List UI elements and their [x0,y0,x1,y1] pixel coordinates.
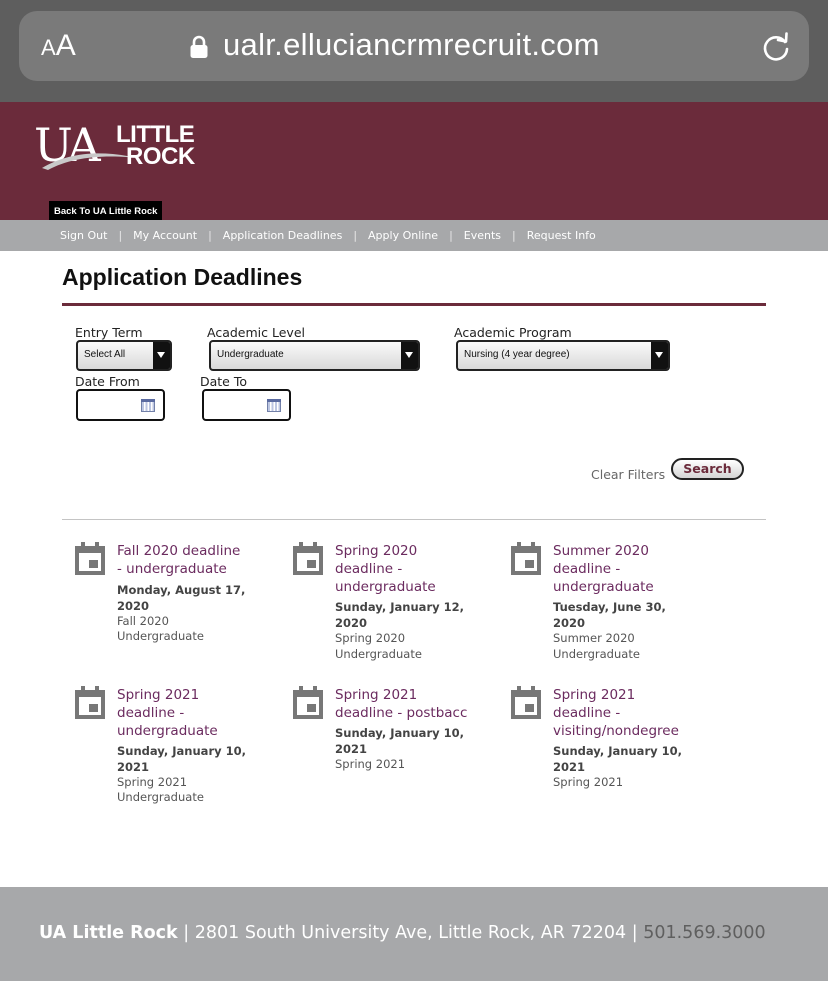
date-from-input[interactable] [76,389,165,421]
deadline-title-link[interactable]: Spring 2021 deadline - postbacc [335,686,475,722]
date-from-label: Date From [75,374,140,389]
date-to-input[interactable] [202,389,291,421]
text-size-button[interactable]: AA [41,29,76,63]
entry-term-select[interactable]: Select All [76,340,172,371]
logo-line-rock: ROCK [126,143,195,170]
academic-program-label: Academic Program [454,325,572,340]
deadline-date: Sunday, January 10, 2021 [553,744,682,774]
nav-events[interactable]: Events [464,229,501,242]
date-to-label: Date To [200,374,248,389]
calendar-icon [293,542,323,575]
footer-address: 2801 South University Ave, Little Rock, … [194,923,627,943]
nav-separator: | [512,229,516,242]
deadline-date: Monday, August 17, 2020 [117,583,246,613]
nav-separator: | [208,229,212,242]
academic-level-value: Undergraduate [217,349,284,360]
nav-apply-online[interactable]: Apply Online [368,229,438,242]
calendar-picker-icon[interactable] [141,399,155,412]
nav-request-info[interactable]: Request Info [527,229,596,242]
back-to-ua-little-rock-button[interactable]: Back To UA Little Rock [49,201,163,222]
deadline-level: Undergraduate [117,629,204,643]
deadline-term: Spring 2021 [335,757,406,771]
reload-icon[interactable] [759,30,793,64]
calendar-picker-icon[interactable] [267,399,281,412]
nav-my-account[interactable]: My Account [133,229,197,242]
entry-term-value: Select All [84,349,126,360]
nav-sign-out[interactable]: Sign Out [60,229,107,242]
deadline-title-link[interactable]: Spring 2021 deadline - visiting/nondegre… [553,686,693,740]
deadline-term: Fall 2020 [117,614,169,628]
logo-wordmark: LITTLE ROCK [116,123,195,170]
footer-separator: | [183,923,190,943]
deadline-date: Sunday, January 10, 2021 [335,726,464,756]
nav-separator: | [353,229,358,242]
dropdown-arrow-icon [401,342,418,369]
calendar-icon [293,686,323,719]
nav-separator: | [449,229,453,242]
calendar-icon [75,686,105,719]
deadline-date: Tuesday, June 30, 2020 [553,600,666,630]
deadline-term: Spring 2020 [335,631,406,645]
footer-phone-link[interactable]: 501.569.3000 [643,923,765,943]
entry-term-label: Entry Term [75,325,143,340]
deadline-title-link[interactable]: Summer 2020 deadline - undergraduate [553,542,683,596]
deadline-title-link[interactable]: Spring 2020 deadline - undergraduate [335,542,465,596]
deadline-level: Undergraduate [553,647,640,661]
url-text[interactable]: ualr.elluciancrmrecruit.com [223,27,600,63]
deadline-level: Undergraduate [117,790,204,804]
deadline-title-link[interactable]: Spring 2021 deadline - undergraduate [117,686,247,740]
clear-filters-link[interactable]: Clear Filters [591,467,665,482]
address-bar[interactable]: AA ualr.elluciancrmrecruit.com [19,11,809,81]
deadline-term: Summer 2020 [553,631,635,645]
calendar-icon [75,542,105,575]
academic-program-select[interactable]: Nursing (4 year degree) [456,340,670,371]
footer-separator: | [631,923,638,943]
deadline-level: Undergraduate [335,647,422,661]
results-divider [62,519,766,520]
deadline-date: Sunday, January 10, 2021 [117,744,246,774]
deadline-term: Spring 2021 [117,775,188,789]
academic-level-select[interactable]: Undergraduate [209,340,420,371]
footer-contact: UA Little Rock | 2801 South University A… [39,923,766,943]
dropdown-arrow-icon [153,342,170,369]
aa-big: A [55,29,76,62]
aa-small: A [41,35,56,60]
deadline-date: Sunday, January 12, 2020 [335,600,464,630]
footer-name: UA Little Rock [39,923,178,943]
academic-program-value: Nursing (4 year degree) [464,349,570,360]
calendar-icon [511,686,541,719]
ua-little-rock-logo[interactable]: UA LITTLE ROCK [34,118,195,174]
nav-separator: | [118,229,123,242]
page-title: Application Deadlines [62,264,303,290]
academic-level-label: Academic Level [207,325,305,340]
browser-chrome: AA ualr.elluciancrmrecruit.com [0,0,828,102]
calendar-icon [511,542,541,575]
deadline-title-link[interactable]: Fall 2020 deadline - undergraduate [117,542,247,578]
search-button[interactable]: Search [671,458,744,480]
dropdown-arrow-icon [651,342,668,369]
lock-icon [190,35,208,58]
deadline-term: Spring 2021 [553,775,624,789]
main-nav: Sign Out | My Account | Application Dead… [0,220,828,251]
title-divider [62,303,766,306]
nav-application-deadlines[interactable]: Application Deadlines [223,229,343,242]
